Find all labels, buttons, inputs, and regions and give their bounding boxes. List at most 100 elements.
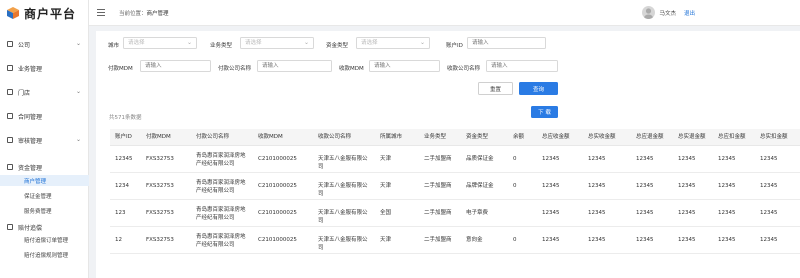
table-cell: 青岛惠百家润泽房地产经纪有限公司 <box>196 207 246 221</box>
table-cell: 天津五八金服有限公司 <box>318 183 368 197</box>
store-icon <box>7 89 13 95</box>
table-cell: FXS32753 <box>146 237 174 243</box>
query-button[interactable]: 查询 <box>519 82 558 95</box>
sidebar-item-label: 赔付追偿 <box>18 224 43 232</box>
recv-company-input[interactable] <box>486 60 558 72</box>
breadcrumb-prefix: 当前位置： <box>119 10 147 17</box>
table-cell: 123 <box>115 210 126 216</box>
city-select[interactable]: 请选择 ⌄ <box>123 37 197 49</box>
compensation-icon <box>7 224 13 230</box>
business-type-placeholder: 请选择 <box>245 40 262 46</box>
download-button[interactable]: 下 载 <box>531 106 558 118</box>
user-name: 马文杰 <box>659 10 676 17</box>
table-cell: C2101000025 <box>258 156 297 162</box>
sidebar-item-company[interactable]: 公司 ⌄ <box>0 38 89 50</box>
table-row[interactable]: 12 FXS32753 青岛惠百家润泽房地产经纪有限公司 C2101000025 天津五… <box>110 227 800 254</box>
sidebar-item-business[interactable]: 业务管理 <box>0 62 89 74</box>
table-cell: 12345 <box>678 237 696 243</box>
table-cell: FXS32753 <box>146 183 174 189</box>
sidebar-subitem-compensation-orders[interactable]: 赔付追偿订单管理 <box>0 234 89 245</box>
table-cell: 12345 <box>542 183 560 189</box>
table-cell: 12345 <box>636 210 654 216</box>
column-header: 总应收金额 <box>542 134 570 140</box>
company-icon <box>7 41 13 47</box>
city-select-placeholder: 请选择 <box>128 40 145 46</box>
table-cell: 12345 <box>760 156 778 162</box>
column-header: 付款公司名称 <box>196 134 230 140</box>
logout-link[interactable]: 退出 <box>684 9 695 17</box>
pay-mdm-label: 付款MDM <box>108 66 133 72</box>
sidebar-subitem-compensation-rules[interactable]: 赔付追偿规则管理 <box>0 249 89 260</box>
table-cell: 12345 <box>588 183 606 189</box>
table-cell: 品质保证金 <box>466 156 494 162</box>
sidebar-item-funds[interactable]: 资金管理 <box>0 161 89 173</box>
sidebar-subitem-service-fee[interactable]: 服务费管理 <box>0 205 89 216</box>
fund-type-label: 资金类型 <box>326 43 349 49</box>
business-type-label: 业务类型 <box>210 43 233 49</box>
column-header: 收款公司名称 <box>318 134 352 140</box>
sidebar-item-compensation[interactable]: 赔付追偿 <box>0 221 89 233</box>
breadcrumb: 当前位置：商户管理 <box>119 9 169 17</box>
column-header: 余额 <box>513 134 525 140</box>
reset-button[interactable]: 重置 <box>478 82 513 95</box>
table-cell: 12345 <box>636 183 654 189</box>
sidebar-item-store[interactable]: 门店 ⌄ <box>0 86 89 98</box>
sidebar-subitem-deposit[interactable]: 保证金管理 <box>0 190 89 201</box>
column-header: 总实收金额 <box>588 134 616 140</box>
business-icon <box>7 65 13 71</box>
fund-type-select[interactable]: 请选择 ⌄ <box>356 37 430 49</box>
sidebar-subitem-label: 赔付追偿订单管理 <box>24 237 69 244</box>
sidebar-item-label: 业务管理 <box>18 65 43 73</box>
pay-mdm-input[interactable] <box>140 60 211 72</box>
table-cell: 0 <box>513 156 517 162</box>
sidebar-subitem-label: 赔付追偿规则管理 <box>24 252 69 259</box>
table-cell: 青岛惠百家润泽房地产经纪有限公司 <box>196 180 246 194</box>
table-row[interactable]: 123 FXS32753 青岛惠百家润泽房地产经纪有限公司 C2101000025 天津… <box>110 200 800 227</box>
chevron-down-icon: ⌄ <box>75 136 81 143</box>
table-row[interactable]: 12345 FXS32753 青岛惠百家润泽房地产经纪有限公司 C2101000025… <box>110 146 800 173</box>
avatar[interactable] <box>642 6 656 19</box>
menu-toggle-icon[interactable] <box>97 9 105 16</box>
funds-icon <box>7 164 13 170</box>
business-type-select[interactable]: 请选择 ⌄ <box>240 37 314 49</box>
user-info: 马文杰 退出 <box>642 6 695 19</box>
table-cell: 12345 <box>718 237 736 243</box>
column-header: 所属城市 <box>380 134 403 140</box>
pay-company-input[interactable] <box>257 60 332 72</box>
sidebar-item-label: 资金管理 <box>18 164 43 172</box>
sidebar-item-label: 合同管理 <box>18 113 43 121</box>
table-cell: 二手加盟商 <box>424 210 452 216</box>
chevron-down-icon: ⌄ <box>419 39 425 46</box>
sidebar-subitem-merchant[interactable]: 商户管理 <box>0 175 89 186</box>
app-title: 商户平台 <box>24 6 77 21</box>
table-cell: 二手加盟商 <box>424 156 452 162</box>
table-cell: FXS32753 <box>146 210 174 216</box>
table-cell: C2101000025 <box>258 210 297 216</box>
sidebar-subitem-label: 保证金管理 <box>24 193 52 200</box>
chevron-down-icon: ⌄ <box>75 88 81 95</box>
table-cell: 意向金 <box>466 237 483 243</box>
city-label: 城市 <box>108 43 120 49</box>
table-cell: 12345 <box>718 210 736 216</box>
table-cell: 二手加盟商 <box>424 183 452 189</box>
pay-company-label: 付款公司名称 <box>218 66 252 72</box>
chevron-down-icon: ⌄ <box>303 39 309 46</box>
table-cell: 天津五八金服有限公司 <box>318 237 368 251</box>
account-id-input[interactable] <box>467 37 546 49</box>
table-cell: 天津五八金服有限公司 <box>318 156 368 170</box>
total-count: 共571条数据 <box>109 115 142 121</box>
recv-mdm-input[interactable] <box>369 60 440 72</box>
sidebar-item-audit[interactable]: 审核管理 ⌄ <box>0 134 89 146</box>
recv-company-label: 收款公司名称 <box>447 66 481 72</box>
table-cell: 0 <box>513 183 517 189</box>
sidebar-item-contract[interactable]: 合同管理 <box>0 110 89 122</box>
audit-icon <box>7 137 13 143</box>
sidebar-item-label: 公司 <box>18 41 31 49</box>
table-row[interactable]: 1234 FXS32753 青岛惠百家润泽房地产经纪有限公司 C2101000025 天… <box>110 173 800 200</box>
fund-type-placeholder: 请选择 <box>361 40 378 46</box>
table-cell: 天津五八金服有限公司 <box>318 210 368 224</box>
table-cell: 品牌保证金 <box>466 183 494 189</box>
table-cell: 12345 <box>588 237 606 243</box>
table-cell: 天津 <box>380 237 392 243</box>
table-cell: 天津 <box>380 156 392 162</box>
